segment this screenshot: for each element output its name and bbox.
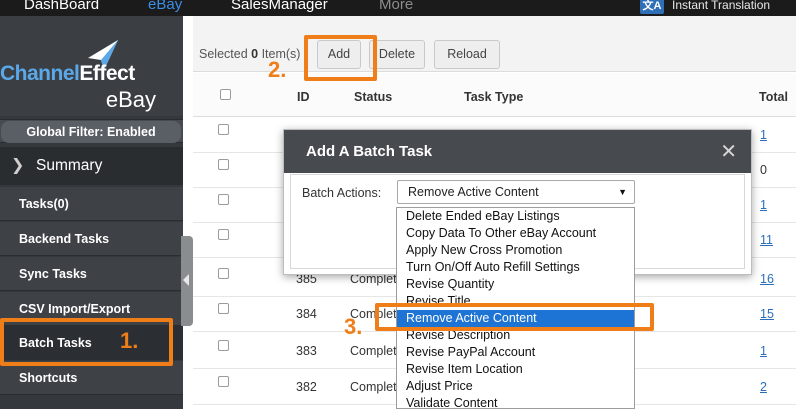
option-delete-ended-listings[interactable]: Delete Ended eBay Listings — [397, 208, 634, 225]
select-all-checkbox[interactable] — [220, 89, 231, 100]
annotation-step-3: 3. — [344, 314, 363, 339]
row-id: 382 — [296, 380, 317, 394]
chevron-right-icon: ❯ — [11, 157, 25, 174]
nav-salesmanager[interactable]: SalesManager — [231, 0, 328, 15]
logo: ChannelEffect eBay — [0, 16, 183, 116]
brand-name: ChannelEffect — [0, 62, 135, 85]
instant-translation-label: Instant Translation — [672, 0, 771, 12]
row-checkbox[interactable] — [218, 124, 229, 135]
nav-ebay[interactable]: eBay — [148, 0, 182, 15]
total-link[interactable]: 16 — [760, 272, 774, 286]
close-icon[interactable]: ✕ — [720, 139, 737, 164]
total-link[interactable]: 15 — [760, 307, 774, 321]
brand-sub: eBay — [105, 87, 156, 112]
row-id: 383 — [296, 344, 317, 358]
chevron-left-icon — [183, 274, 189, 286]
summary-label: Summary — [36, 157, 103, 174]
batch-actions-label: Batch Actions: — [302, 186, 382, 200]
sidebar-item-sync-tasks[interactable]: Sync Tasks — [0, 257, 183, 291]
sidebar-summary[interactable]: ❯ Summary — [0, 147, 183, 185]
option-validate-content[interactable]: Validate Content — [397, 395, 634, 408]
sidebar-collapse-handle[interactable] — [181, 236, 193, 326]
option-auto-refill[interactable]: Turn On/Off Auto Refill Settings — [397, 259, 634, 276]
translate-icon: 文A — [640, 0, 664, 14]
option-copy-data[interactable]: Copy Data To Other eBay Account — [397, 225, 634, 242]
total-link[interactable]: 1 — [760, 198, 767, 212]
total-link[interactable]: 2 — [760, 380, 767, 394]
option-revise-quantity[interactable]: Revise Quantity — [397, 276, 634, 293]
option-revise-location[interactable]: Revise Item Location — [397, 361, 634, 378]
annotation-box-remove-active-content — [375, 303, 654, 331]
row-checkbox[interactable] — [218, 303, 229, 314]
row-checkbox[interactable] — [218, 194, 229, 205]
row-checkbox[interactable] — [218, 229, 229, 240]
batch-actions-selected: Remove Active Content — [408, 185, 539, 199]
col-task-type[interactable]: Task Type — [464, 90, 523, 104]
delete-button[interactable]: Delete — [369, 40, 425, 69]
caret-down-icon: ▼ — [618, 187, 627, 197]
row-checkbox[interactable] — [218, 340, 229, 351]
option-apply-cross-promotion[interactable]: Apply New Cross Promotion — [397, 242, 634, 259]
total-link[interactable]: 1 — [760, 344, 767, 358]
nav-dashboard[interactable]: DashBoard — [24, 0, 99, 15]
row-checkbox[interactable] — [218, 159, 229, 170]
nav-more[interactable]: More — [379, 0, 413, 15]
modal-title: Add A Batch Task — [306, 143, 433, 160]
annotation-box-add — [304, 35, 377, 81]
option-revise-paypal[interactable]: Revise PayPal Account — [397, 344, 634, 361]
total-value: 0 — [760, 163, 767, 177]
row-id: 384 — [296, 307, 317, 321]
reload-button[interactable]: Reload — [434, 40, 500, 69]
annotation-step-1: 1. — [120, 328, 139, 353]
row-checkbox[interactable] — [218, 376, 229, 387]
modal-header: Add A Batch Task ✕ — [284, 130, 751, 173]
sidebar-item-shortcuts[interactable]: Shortcuts — [0, 361, 183, 395]
total-link[interactable]: 11 — [760, 233, 773, 247]
annotation-box-batch-tasks — [0, 318, 173, 366]
annotation-step-2: 2. — [268, 57, 287, 82]
sidebar-item-tasks[interactable]: Tasks(0) — [0, 187, 183, 221]
global-filter[interactable]: Global Filter: Enabled — [0, 119, 183, 143]
col-status[interactable]: Status — [354, 90, 392, 104]
global-filter-label: Global Filter: Enabled — [1, 121, 181, 143]
total-link[interactable]: 1 — [760, 128, 767, 142]
top-nav: DashBoard eBay SalesManager More 文A Inst… — [0, 0, 796, 16]
option-adjust-price[interactable]: Adjust Price — [397, 378, 634, 395]
col-id[interactable]: ID — [297, 90, 310, 104]
instant-translation[interactable]: 文A Instant Translation — [640, 0, 770, 14]
sidebar-item-backend-tasks[interactable]: Backend Tasks — [0, 222, 183, 256]
batch-actions-select[interactable]: Remove Active Content ▼ — [397, 180, 635, 204]
col-total[interactable]: Total — [759, 90, 788, 104]
row-checkbox[interactable] — [218, 268, 229, 279]
